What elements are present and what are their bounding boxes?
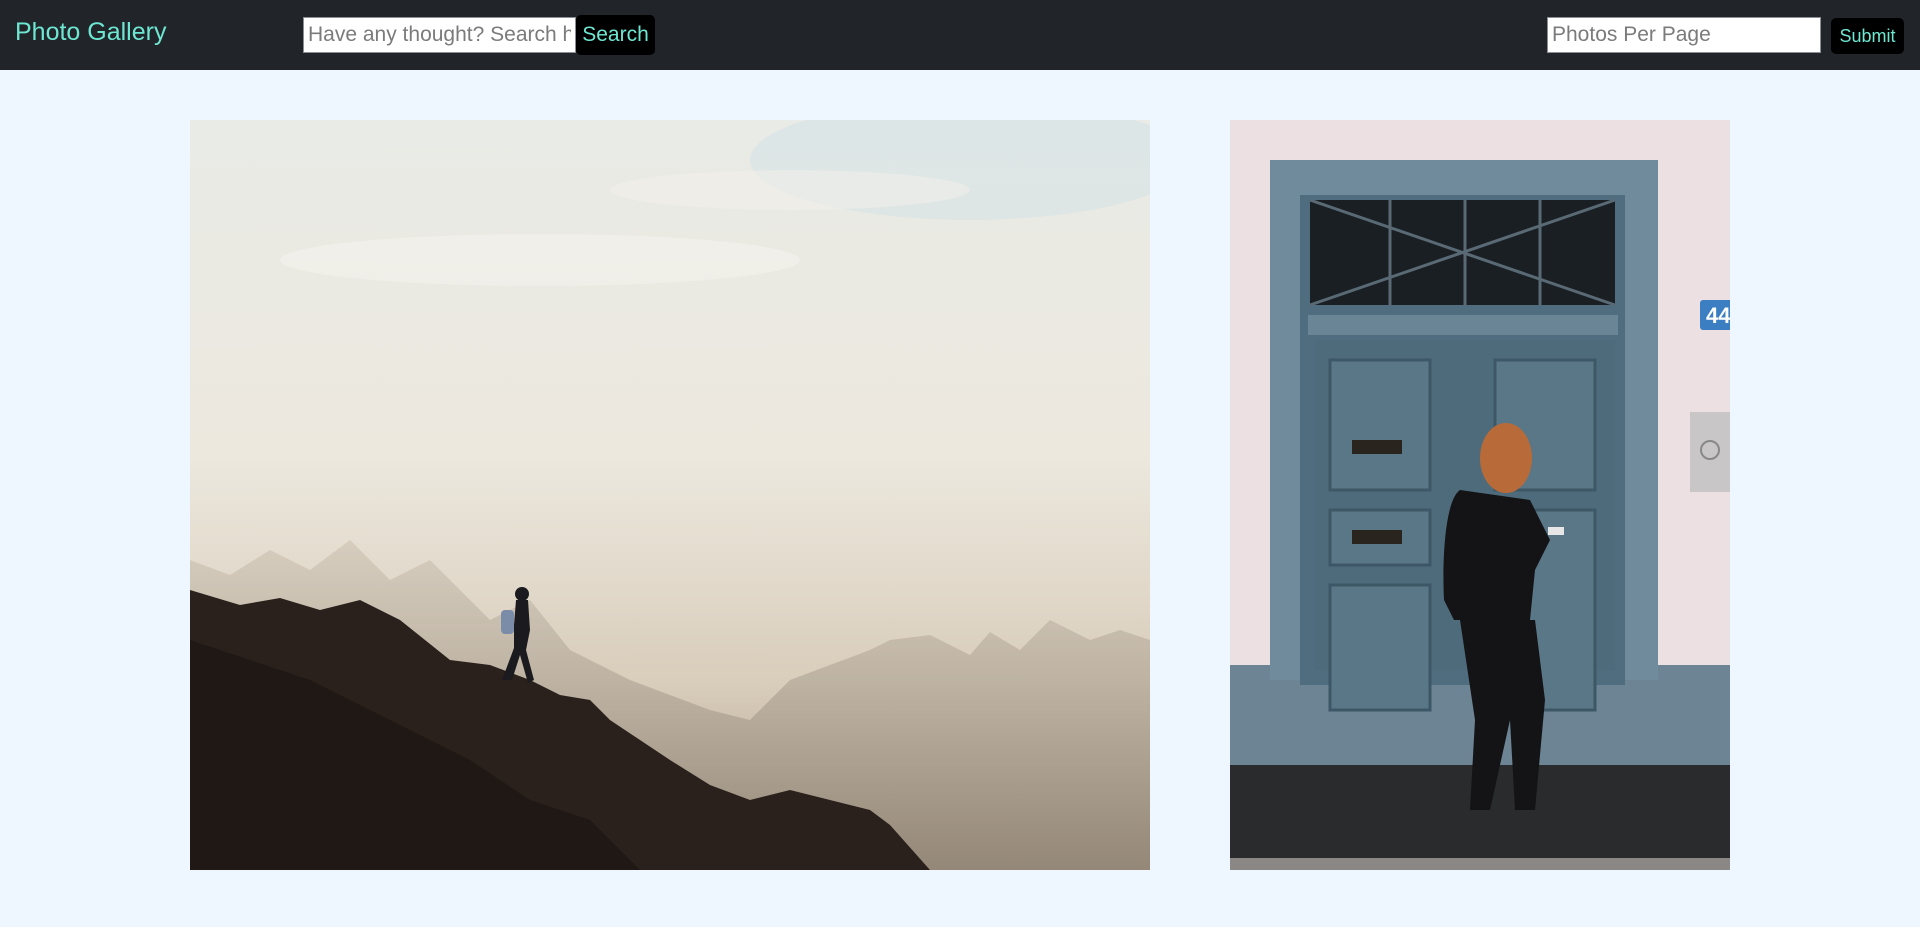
photo-woman-blue-door: 44 xyxy=(1230,120,1730,870)
photo-card[interactable] xyxy=(190,120,1150,870)
search-input[interactable] xyxy=(303,17,576,53)
search-button[interactable]: Search xyxy=(576,15,655,55)
brand-link[interactable]: Photo Gallery xyxy=(15,18,166,47)
photos-per-page-input[interactable] xyxy=(1547,17,1821,53)
navbar: Photo Gallery Search Submit xyxy=(0,0,1920,70)
photo-hiker-mountain xyxy=(190,120,1150,870)
submit-button[interactable]: Submit xyxy=(1831,18,1904,54)
svg-text:44: 44 xyxy=(1706,303,1730,328)
photo-card[interactable]: 44 xyxy=(1230,120,1730,870)
